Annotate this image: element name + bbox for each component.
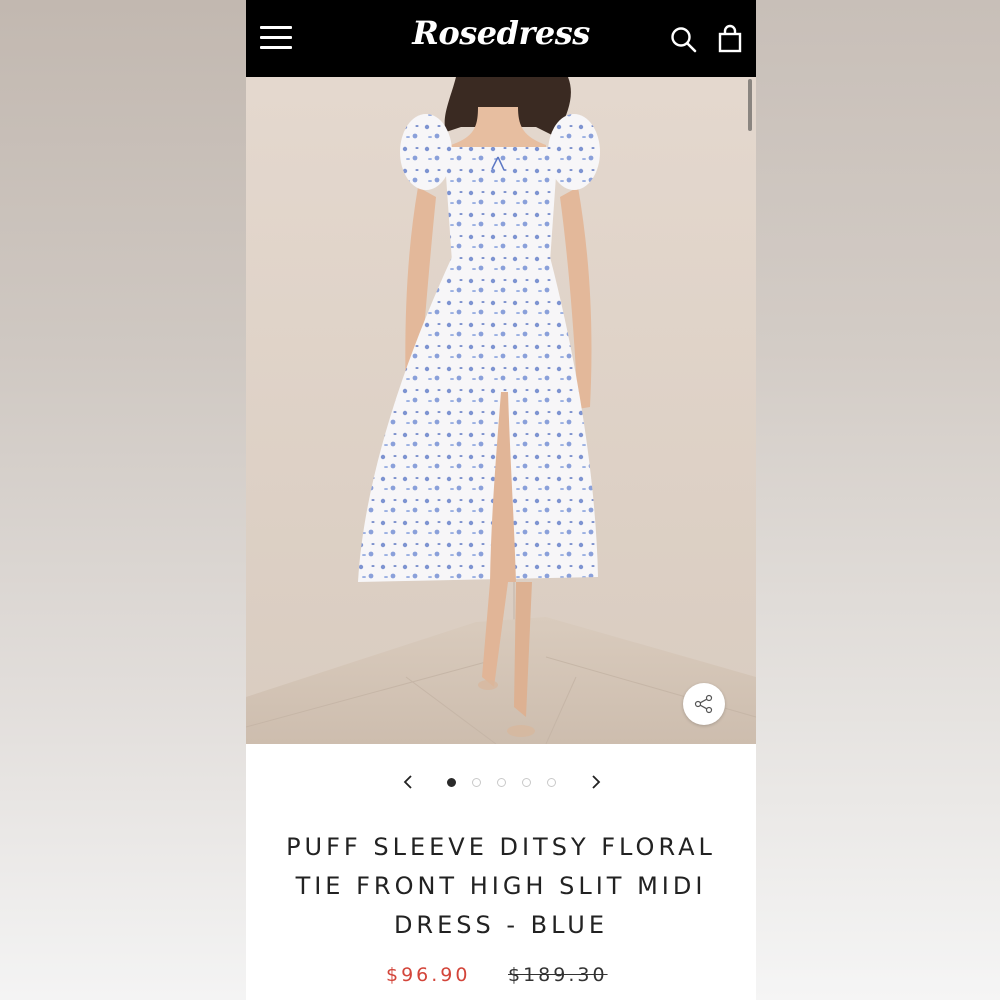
- carousel-dot[interactable]: [447, 778, 456, 787]
- phone-screen: Rosedress PUFF SLEEVE DITSY FLORAL TIE F…: [246, 0, 756, 1000]
- chevron-right-icon[interactable]: [586, 770, 606, 794]
- carousel-dot[interactable]: [547, 778, 556, 787]
- carousel-dot[interactable]: [472, 778, 481, 787]
- share-button[interactable]: [683, 683, 725, 725]
- sale-price: $96.90: [386, 964, 471, 986]
- original-price: $189.30: [508, 964, 608, 986]
- image-carousel-controls: [246, 768, 756, 798]
- carousel-dot[interactable]: [522, 778, 531, 787]
- product-title: PUFF SLEEVE DITSY FLORAL TIE FRONT HIGH …: [286, 833, 716, 939]
- chevron-left-icon[interactable]: [398, 770, 418, 794]
- carousel-dot[interactable]: [497, 778, 506, 787]
- share-icon: [694, 694, 713, 714]
- product-image[interactable]: [246, 77, 756, 744]
- dress-photo: [246, 77, 756, 744]
- background-right: [756, 0, 1000, 1000]
- shopping-bag-icon[interactable]: [716, 24, 744, 54]
- site-header: Rosedress: [246, 0, 756, 77]
- background-left: [0, 0, 246, 1000]
- scrollbar[interactable]: [748, 79, 752, 131]
- search-icon[interactable]: [670, 26, 698, 54]
